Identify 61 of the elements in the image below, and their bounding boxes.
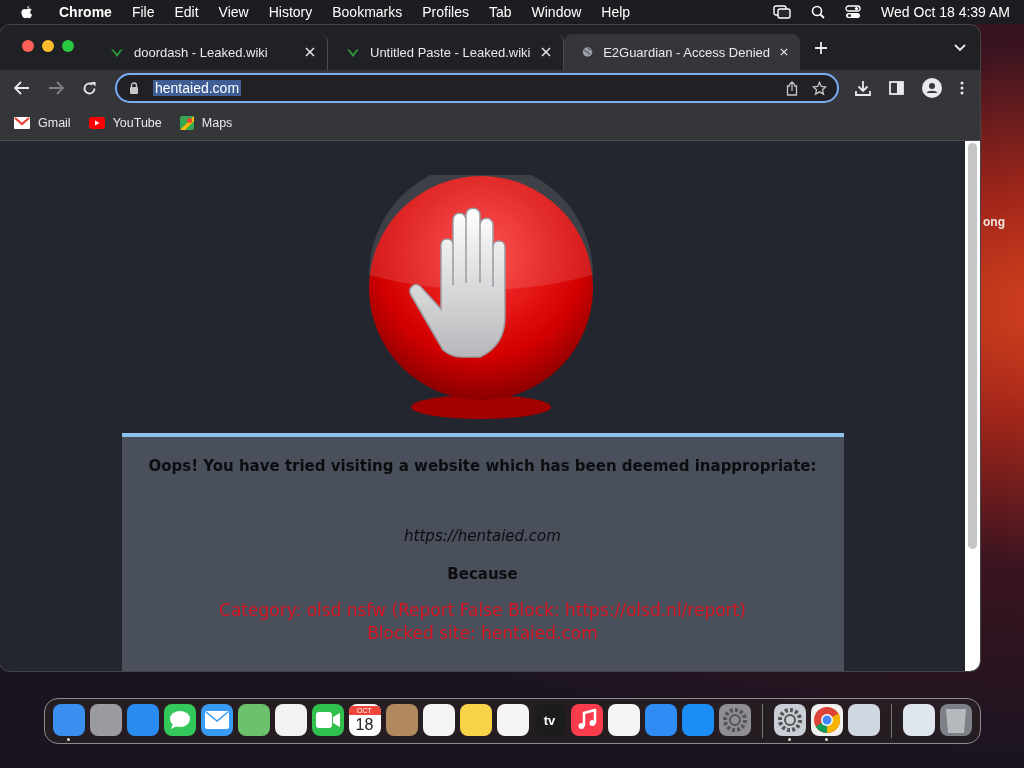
- star-icon[interactable]: [812, 80, 827, 96]
- menu-item[interactable]: History: [268, 4, 313, 20]
- envelope-icon: [14, 117, 30, 129]
- menu-item[interactable]: Profiles: [422, 4, 469, 20]
- more-menu-icon[interactable]: [960, 81, 964, 95]
- scrollbar[interactable]: [965, 141, 980, 671]
- blocked-url: https://hentaied.com: [403, 527, 562, 545]
- download-icon[interactable]: [855, 80, 871, 96]
- bookmark[interactable]: Maps: [179, 116, 233, 130]
- leaf-icon: [346, 46, 360, 58]
- music-note-icon[interactable]: [570, 704, 603, 736]
- close-icon[interactable]: [305, 47, 315, 57]
- map-pin-icon: [179, 116, 194, 130]
- play-icon: [88, 117, 105, 129]
- windows-icon[interactable]: [773, 5, 792, 19]
- bookmark[interactable]: YouTube: [88, 116, 162, 130]
- browser-tab[interactable]: E2Guardian - Access Denied: [564, 34, 800, 70]
- block-reason: Category: olsd nsfw (Report False Block: https://olsd.nl/report): [218, 599, 747, 622]
- new-tab-icon[interactable]: [814, 40, 828, 55]
- tv-app-icon[interactable]: tv: [533, 704, 566, 736]
- video-camera-icon[interactable]: [311, 704, 344, 736]
- zoom-button[interactable]: [62, 39, 74, 52]
- gear-icon[interactable]: [718, 704, 751, 736]
- app-menu[interactable]: Chrome: [59, 4, 112, 20]
- menu-item[interactable]: Bookmarks: [332, 4, 403, 20]
- chevron-down-icon[interactable]: [954, 43, 966, 52]
- speech-bubble-icon[interactable]: [163, 704, 196, 736]
- bookmark[interactable]: Gmail: [14, 116, 71, 130]
- menu-item[interactable]: Tab: [488, 4, 512, 20]
- menu-item[interactable]: Help: [601, 4, 631, 20]
- leaf-icon: [110, 46, 124, 58]
- reload-icon[interactable]: [82, 80, 97, 96]
- scroll-thumb[interactable]: [968, 143, 977, 549]
- because-label: Because: [446, 565, 519, 583]
- toggles-icon[interactable]: [845, 5, 862, 19]
- menu-item[interactable]: Window: [531, 4, 582, 20]
- forward-arrow-icon[interactable]: [48, 81, 64, 95]
- envelope-icon[interactable]: [200, 704, 233, 736]
- menu-item[interactable]: File: [131, 4, 155, 20]
- close-window-button[interactable]: [22, 39, 34, 52]
- lock-icon: [129, 82, 139, 94]
- globe-icon: [582, 45, 594, 59]
- share-icon[interactable]: [786, 80, 798, 96]
- trash-icon[interactable]: [939, 704, 972, 736]
- profile-icon[interactable]: [922, 78, 942, 98]
- block-heading: Oops! You have tried visiting a website which has been deemed inappropriate:: [147, 457, 818, 475]
- desktop-icon-label[interactable]: ong: [983, 215, 1005, 229]
- close-icon[interactable]: [541, 47, 551, 57]
- apple-logo-icon[interactable]: [20, 4, 33, 20]
- menu-item[interactable]: View: [218, 4, 249, 20]
- back-arrow-icon[interactable]: [14, 81, 30, 95]
- gear-icon[interactable]: [773, 704, 806, 736]
- minimize-button[interactable]: [42, 39, 54, 52]
- close-icon[interactable]: [780, 47, 788, 57]
- block-reason: Blocked site: hentaied.com: [366, 622, 599, 645]
- side-panel-icon[interactable]: [889, 81, 904, 95]
- menu-item[interactable]: Edit: [174, 4, 199, 20]
- search-icon[interactable]: [811, 5, 826, 19]
- address-bar[interactable]: hentaied.com: [115, 73, 839, 103]
- browser-logo-icon[interactable]: [810, 704, 843, 736]
- menu-bar-clock[interactable]: Wed Oct 18 4:39 AM: [881, 4, 1010, 20]
